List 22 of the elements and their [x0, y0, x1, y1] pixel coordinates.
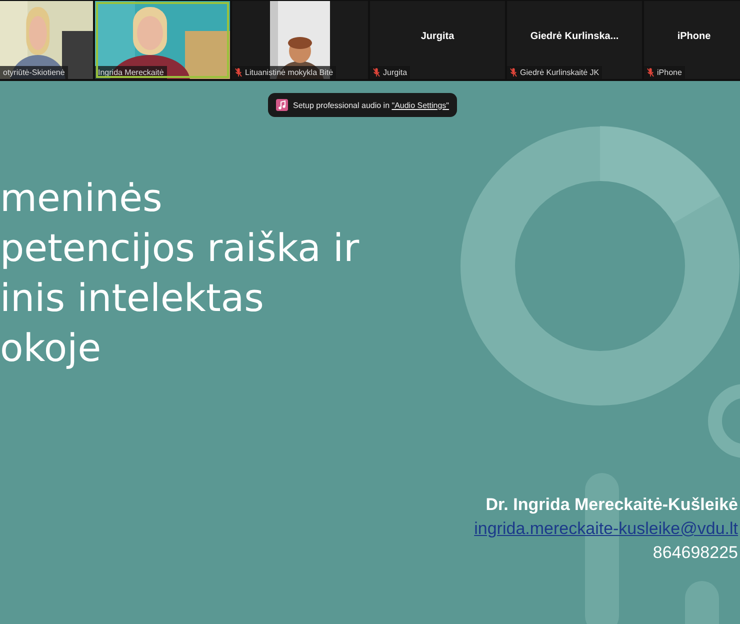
audio-notification[interactable]: Setup professional audio in "Audio Settings" — [268, 93, 458, 117]
muted-mic-icon — [235, 68, 242, 77]
music-note-icon — [276, 99, 288, 111]
author-name: Dr. Ingrida Mereckaitė-Kušleikė — [486, 494, 738, 516]
notification-text: Setup professional audio in — [293, 100, 391, 110]
slide-title-line: meninės — [0, 175, 162, 222]
name-label: Giedrė Kurlinskaitė JK — [507, 66, 602, 79]
name-label: Lituanistinė mokykla Bitė — [232, 66, 336, 79]
slide-title-line: petencijos raiška ir — [0, 225, 360, 272]
name-label: iPhone — [644, 66, 685, 79]
phone-number: 864698225 — [652, 542, 738, 564]
name-label: otyriūtė-Skiotienė — [0, 66, 68, 79]
slide-title-line: inis intelektas — [0, 275, 264, 322]
slide-title-line: okoje — [0, 325, 102, 372]
muted-mic-icon — [647, 68, 654, 77]
participant-name: Giedrė Kurlinska... — [530, 30, 619, 42]
muted-mic-icon — [373, 68, 380, 77]
muted-mic-icon — [510, 68, 517, 77]
audio-settings-link[interactable]: "Audio Settings" — [392, 100, 450, 110]
participant-name: Jurgita — [420, 30, 454, 42]
participant-name: iPhone — [677, 30, 711, 42]
name-label: Jurgita — [370, 66, 410, 79]
